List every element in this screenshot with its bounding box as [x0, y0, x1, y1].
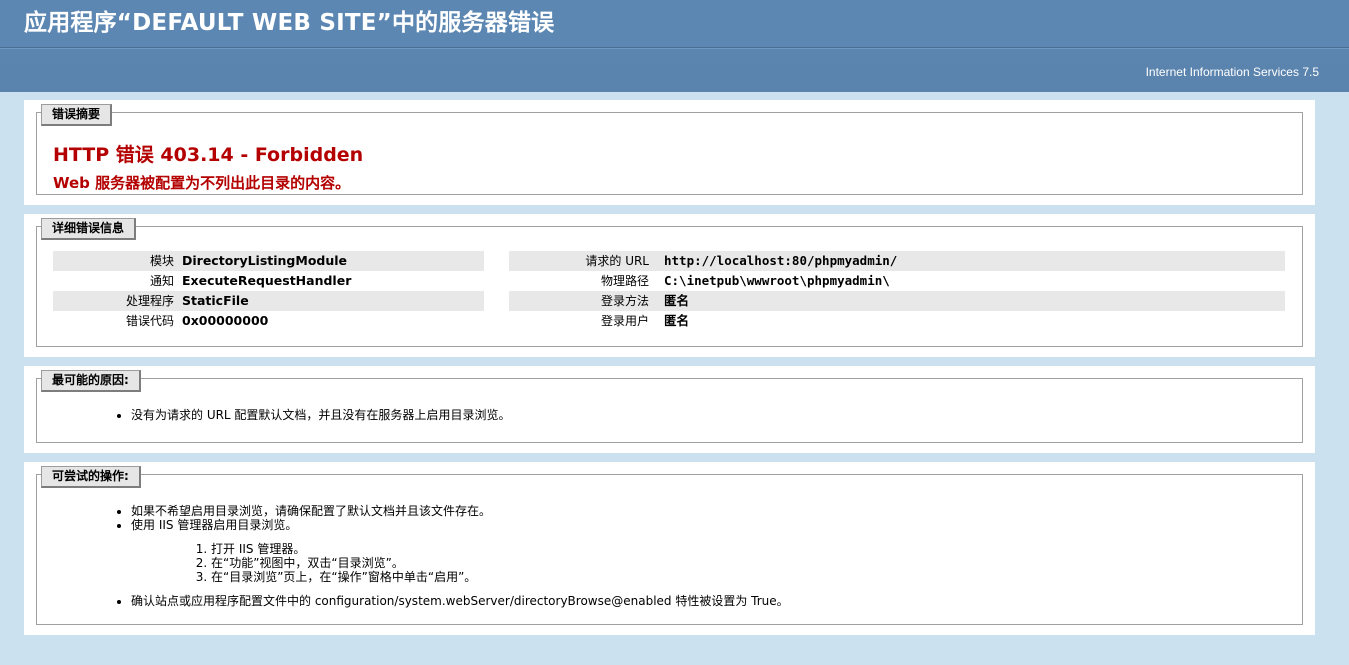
detail-label-notification: 通知: [149, 274, 174, 288]
sub-header: Internet Information Services 7.5: [0, 48, 1349, 92]
detail-value-logon-user: 匿名: [664, 313, 690, 328]
causes-section: 最可能的原因: 没有为请求的 URL 配置默认文档，并且没有在服务器上启用目录浏…: [24, 366, 1315, 453]
detail-value-physical-path: C:\inetpub\wwwroot\phpmyadmin\: [664, 273, 890, 288]
list-item: 如果不希望启用目录浏览，请确保配置了默认文档并且该文件存在。: [131, 504, 1302, 518]
detail-row: 登录方法 匿名: [509, 291, 1285, 311]
detail-value-handler: StaticFile: [182, 293, 249, 308]
detail-value-notification: ExecuteRequestHandler: [182, 273, 352, 288]
detail-row: 登录用户 匿名: [509, 311, 1285, 331]
detail-row: 物理路径 C:\inetpub\wwwroot\phpmyadmin\: [509, 271, 1285, 291]
error-description: Web 服务器被配置为不列出此目录的内容。: [53, 174, 351, 192]
list-item: 没有为请求的 URL 配置默认文档，并且没有在服务器上启用目录浏览。: [131, 408, 510, 422]
list-item: 使用 IIS 管理器启用目录浏览。 打开 IIS 管理器。 在“功能”视图中，双…: [131, 518, 1302, 584]
error-details-legend: 详细错误信息: [41, 218, 137, 240]
detail-value-module: DirectoryListingModule: [182, 253, 348, 268]
error-details-section: 详细错误信息 模块 DirectoryListingModule 通知 Exec…: [24, 214, 1315, 357]
error-details-box: 详细错误信息 模块 DirectoryListingModule 通知 Exec…: [36, 218, 1303, 347]
page-title: 应用程序“DEFAULT WEB SITE”中的服务器错误: [24, 10, 555, 36]
detail-value-logon-method: 匿名: [664, 293, 690, 308]
detail-row: 模块 DirectoryListingModule: [53, 251, 484, 271]
causes-legend: 最可能的原因:: [41, 370, 141, 392]
causes-list: 没有为请求的 URL 配置默认文档，并且没有在服务器上启用目录浏览。: [37, 408, 510, 422]
detail-row: 通知 ExecuteRequestHandler: [53, 271, 484, 291]
detail-row: 处理程序 StaticFile: [53, 291, 484, 311]
error-summary-box: 错误摘要 HTTP 错误 403.14 - Forbidden Web 服务器被…: [36, 104, 1303, 195]
detail-value-request-url: http://localhost:80/phpmyadmin/: [664, 253, 898, 268]
list-item-text: 使用 IIS 管理器启用目录浏览。: [131, 518, 298, 532]
causes-box: 最可能的原因: 没有为请求的 URL 配置默认文档，并且没有在服务器上启用目录浏…: [36, 370, 1303, 443]
detail-label-logon-method: 登录方法: [600, 294, 649, 308]
server-version: Internet Information Services 7.5: [1145, 65, 1319, 79]
error-summary-legend: 错误摘要: [41, 104, 113, 126]
detail-row: 请求的 URL http://localhost:80/phpmyadmin/: [509, 251, 1285, 271]
detail-label-error-code: 错误代码: [125, 314, 174, 328]
actions-list: 如果不希望启用目录浏览，请确保配置了默认文档并且该文件存在。 使用 IIS 管理…: [37, 504, 1302, 608]
step-item: 在“功能”视图中，双击“目录浏览”。: [211, 556, 1302, 570]
actions-legend: 可尝试的操作:: [41, 466, 141, 488]
error-title: HTTP 错误 403.14 - Forbidden: [53, 144, 364, 166]
detail-label-logon-user: 登录用户: [600, 314, 649, 328]
steps-list: 打开 IIS 管理器。 在“功能”视图中，双击“目录浏览”。 在“目录浏览”页上…: [131, 542, 1302, 584]
content: 错误摘要 HTTP 错误 403.14 - Forbidden Web 服务器被…: [0, 92, 1349, 635]
detail-row: 错误代码 0x00000000: [53, 311, 484, 331]
detail-value-error-code: 0x00000000: [182, 313, 269, 328]
step-item: 在“目录浏览”页上，在“操作”窗格中单击“启用”。: [211, 570, 1302, 584]
detail-label-module: 模块: [149, 254, 174, 268]
step-item: 打开 IIS 管理器。: [211, 542, 1302, 556]
detail-label-handler: 处理程序: [125, 294, 174, 308]
actions-section: 可尝试的操作: 如果不希望启用目录浏览，请确保配置了默认文档并且该文件存在。 使…: [24, 462, 1315, 635]
list-item: 确认站点或应用程序配置文件中的 configuration/system.web…: [131, 594, 1302, 608]
error-summary-section: 错误摘要 HTTP 错误 403.14 - Forbidden Web 服务器被…: [24, 100, 1315, 205]
detail-label-physical-path: 物理路径: [600, 274, 649, 288]
detail-label-request-url: 请求的 URL: [585, 254, 649, 268]
page-header: 应用程序“DEFAULT WEB SITE”中的服务器错误: [0, 0, 1349, 48]
actions-box: 可尝试的操作: 如果不希望启用目录浏览，请确保配置了默认文档并且该文件存在。 使…: [36, 466, 1303, 625]
